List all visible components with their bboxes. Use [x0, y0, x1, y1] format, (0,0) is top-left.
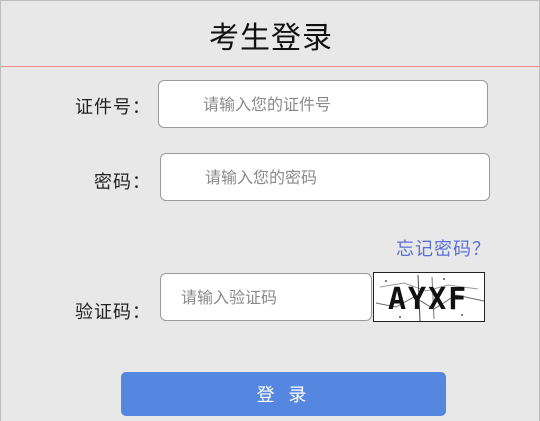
title-divider	[1, 66, 540, 67]
forgot-password-link[interactable]: 忘记密码？	[396, 235, 491, 261]
captcha-graphic: AYXF	[374, 273, 484, 321]
captcha-label: 验证码：	[75, 302, 151, 323]
login-button[interactable]: 登 录	[121, 372, 446, 416]
id-number-input[interactable]	[158, 80, 488, 128]
page-title: 考生登录	[209, 21, 333, 56]
captcha-image[interactable]: AYXF	[373, 272, 485, 322]
login-panel: 考生登录 证件号： 密码： 忘记密码？ 验证码： AYXF 登 录	[0, 0, 540, 421]
password-label: 密码：	[94, 172, 151, 193]
captcha-input[interactable]	[160, 273, 372, 321]
captcha-text: AYXF	[388, 282, 468, 317]
password-input[interactable]	[160, 153, 490, 201]
id-number-label: 证件号：	[75, 97, 151, 118]
